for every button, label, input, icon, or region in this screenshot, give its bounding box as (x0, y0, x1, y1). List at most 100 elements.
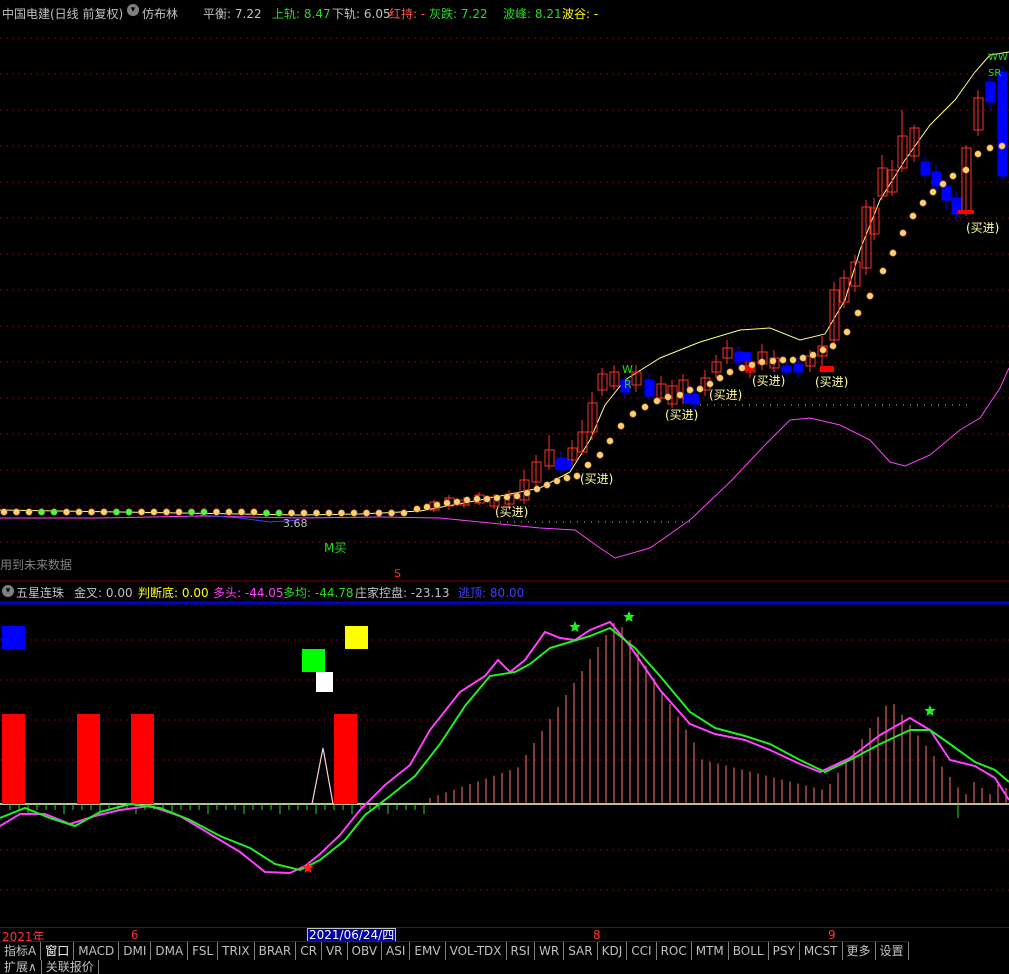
sar-dot (503, 493, 511, 501)
sar-dot (866, 292, 874, 300)
tab-18[interactable]: CCI (627, 942, 657, 960)
sar-dot (25, 508, 33, 516)
tab-23[interactable]: MCST (800, 942, 843, 960)
date-label: 8 (593, 928, 601, 942)
tab-10[interactable]: OBV (348, 942, 383, 960)
sar-dot (312, 509, 321, 517)
sar-dot (362, 509, 371, 517)
sar-dot (287, 509, 296, 517)
tab-6[interactable]: TRIX (218, 942, 255, 960)
sar-dot (350, 509, 358, 517)
sar-dot (939, 180, 947, 188)
sar-dot (493, 494, 501, 502)
tab-3[interactable]: DMI (119, 942, 152, 960)
sar-dot (696, 385, 704, 393)
sar-dot (275, 509, 283, 517)
tab-21[interactable]: BOLL (729, 942, 769, 960)
w-label: W (622, 363, 633, 376)
red-bar (334, 714, 357, 804)
sar-dot (533, 485, 541, 493)
sar-dot (513, 492, 521, 500)
tab-13[interactable]: VOL-TDX (446, 942, 507, 960)
sar-dot (325, 509, 333, 517)
buy-signal-label: (买进) (966, 221, 1000, 235)
tab-14[interactable]: RSI (507, 942, 536, 960)
sar-dot (843, 328, 851, 336)
sar-dot (112, 508, 121, 516)
chart-canvas[interactable] (0, 0, 1009, 974)
chevron-down-icon[interactable]: ▾ (127, 4, 139, 16)
sar-dot (162, 508, 171, 516)
indicator-name[interactable]: 仿布林 (142, 5, 178, 22)
sar-dot (998, 142, 1006, 150)
sar-dot (769, 357, 777, 365)
sar-dot (453, 498, 461, 506)
sar-dot (400, 509, 408, 517)
sar-dot (563, 474, 571, 482)
green-square (302, 649, 325, 672)
tab-12[interactable]: EMV (410, 942, 446, 960)
candle-body (793, 363, 804, 373)
sar-dot (606, 437, 614, 445)
tab-25[interactable]: 设置 (876, 942, 909, 960)
sar-dot (653, 397, 661, 405)
sar-dot (629, 410, 637, 418)
tab-22[interactable]: PSY (769, 942, 800, 960)
tab-20[interactable]: MTM (692, 942, 729, 960)
sar-dot (87, 508, 96, 516)
header-item-red-hold: 红持: - (389, 7, 426, 21)
indicator-tab-bar: 指标A 窗口 MACD DMI DMA FSL TRIX BRAR CR VR OBV ASI EMV V… (0, 941, 909, 960)
sar-dot (779, 356, 787, 364)
signal-block (737, 352, 751, 362)
tab-4[interactable]: DMA (151, 942, 189, 960)
tab-24[interactable]: 更多 (843, 942, 876, 960)
chevron-down-icon[interactable]: ▾ (2, 585, 14, 597)
sar-dot (200, 508, 208, 516)
star-marker (623, 611, 635, 622)
tab-0[interactable]: 指标A (0, 942, 42, 960)
sar-dot (375, 509, 383, 517)
s-label: S (394, 567, 401, 580)
tab-8[interactable]: CR (296, 942, 322, 960)
indicator-title[interactable]: 五星连珠 (16, 584, 64, 601)
signal-block (684, 394, 696, 404)
sar-dot (909, 212, 917, 220)
indicator-item-long: 多头: -44.05 (213, 586, 284, 600)
lower-band-line (0, 367, 1009, 559)
sar-dot (738, 364, 746, 372)
tab-2[interactable]: MACD (74, 942, 120, 960)
sar-dot (986, 144, 994, 152)
tab-16[interactable]: SAR (564, 942, 598, 960)
sar-dot (225, 508, 233, 516)
sar-dot (879, 267, 887, 275)
header-item-balance: 平衡: 7.22 (203, 7, 262, 21)
tab-1[interactable]: 窗口 (41, 942, 75, 960)
star-marker (924, 705, 936, 716)
sar-dot (584, 461, 592, 469)
red-bar (2, 714, 25, 804)
tab-7[interactable]: BRAR (255, 942, 297, 960)
candle-body (644, 379, 655, 397)
indicator-panel (0, 611, 1009, 875)
sar-dot (50, 508, 58, 516)
sar-dot (889, 249, 897, 257)
tab-15[interactable]: WR (535, 942, 565, 960)
tab-9[interactable]: VR (322, 942, 348, 960)
ext-tab-0[interactable]: 扩展∧ (0, 960, 42, 974)
sar-dot (758, 358, 766, 366)
tab-17[interactable]: KDJ (598, 942, 628, 960)
sar-dot (37, 508, 46, 516)
sr-label: SR (988, 68, 1002, 79)
stock-title[interactable]: 中国电建(日线 前复权) (2, 5, 123, 22)
ext-tab-1[interactable]: 关联报价 (42, 960, 99, 974)
sar-dot (523, 489, 531, 497)
sar-dot (125, 508, 133, 516)
tab-5[interactable]: FSL (188, 942, 219, 960)
sar-dot (899, 229, 907, 237)
sar-dot (387, 509, 396, 517)
indicator-item-long-avg: 多均: -44.78 (283, 586, 354, 600)
buy-signal-label: (买进) (665, 408, 699, 422)
tab-11[interactable]: ASI (382, 942, 411, 960)
tab-19[interactable]: ROC (657, 942, 692, 960)
sar-dot (75, 508, 83, 516)
